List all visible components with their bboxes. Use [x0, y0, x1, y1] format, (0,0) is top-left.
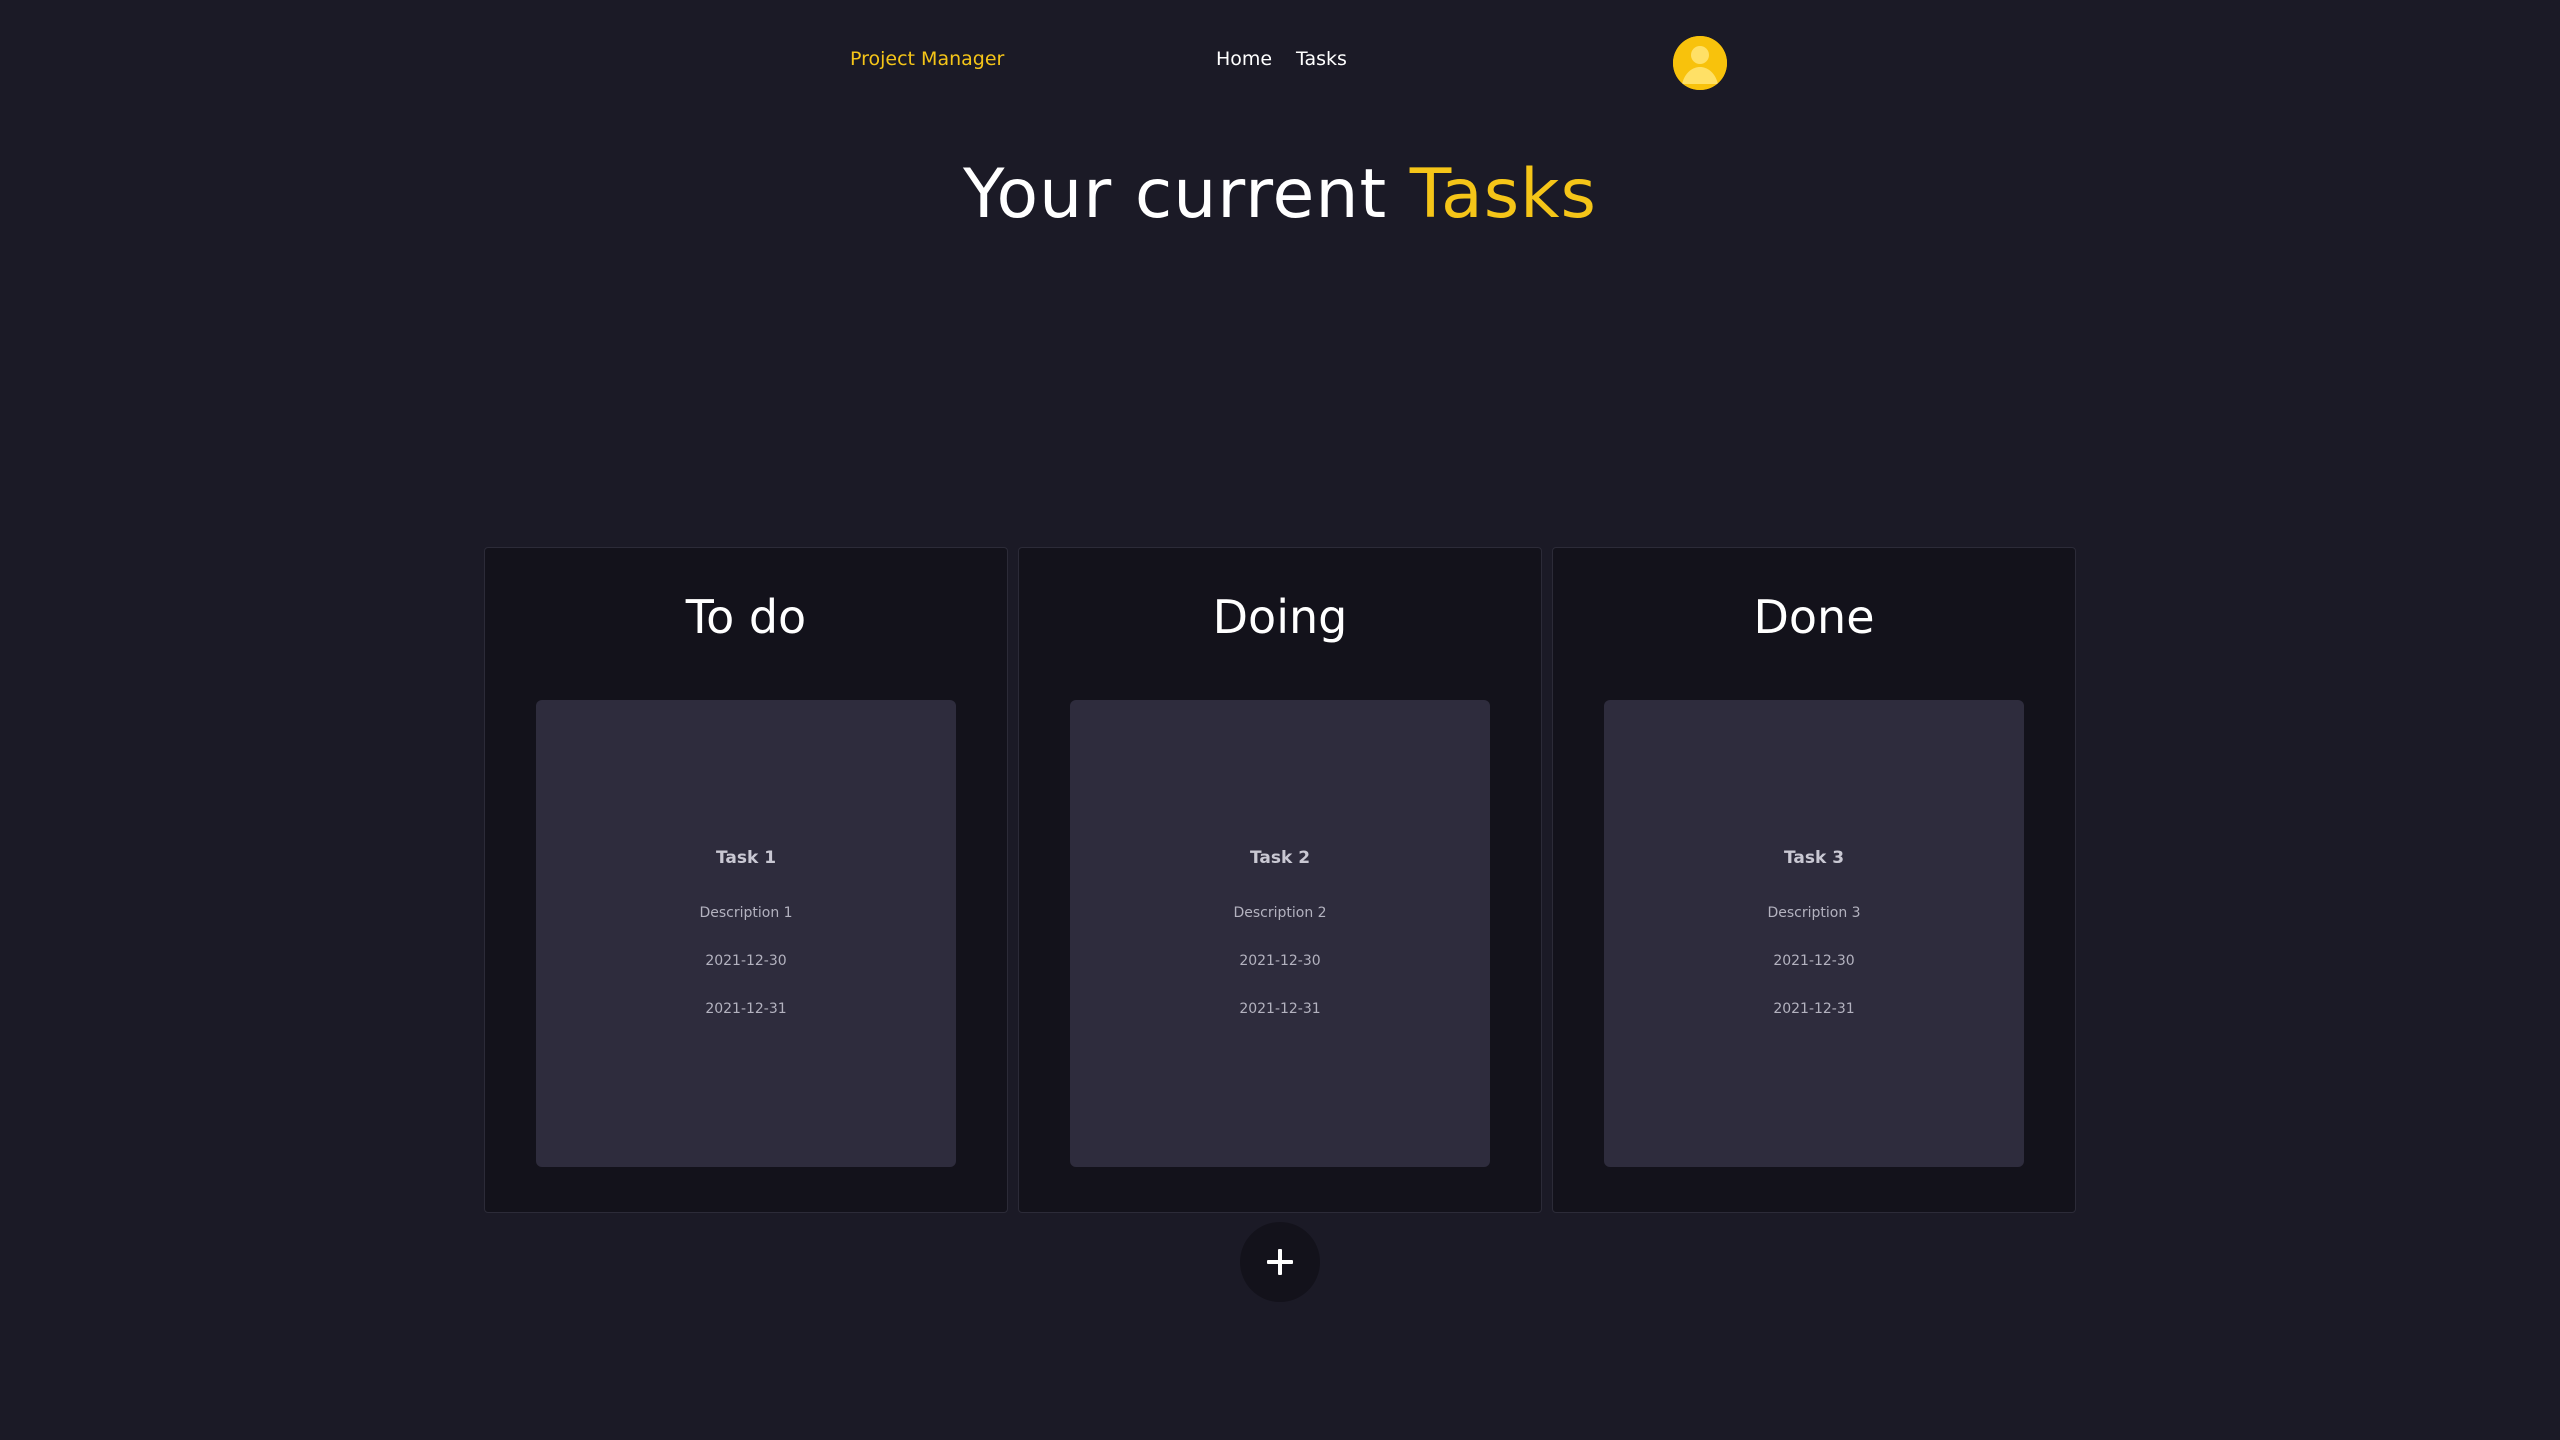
task-start-date: 2021-12-30: [705, 953, 787, 969]
navbar: Project Manager Home Tasks: [0, 0, 2560, 126]
task-description: Description 2: [1233, 905, 1327, 921]
column-todo[interactable]: To do Task 1 Description 1 2021-12-30 20…: [484, 547, 1008, 1213]
task-card[interactable]: Task 2 Description 2 2021-12-30 2021-12-…: [1070, 700, 1490, 1167]
nav-link-tasks[interactable]: Tasks: [1296, 48, 1347, 70]
add-task-button[interactable]: [1240, 1222, 1320, 1302]
column-title: Done: [1753, 590, 1875, 644]
page-title-highlight: Tasks: [1409, 155, 1597, 234]
task-board: To do Task 1 Description 1 2021-12-30 20…: [484, 547, 2076, 1213]
task-card[interactable]: Task 3 Description 3 2021-12-30 2021-12-…: [1604, 700, 2024, 1167]
column-doing[interactable]: Doing Task 2 Description 2 2021-12-30 20…: [1018, 547, 1542, 1213]
page-title: Your current Tasks: [0, 155, 2560, 234]
user-avatar-icon[interactable]: [1673, 36, 1727, 90]
column-done[interactable]: Done Task 3 Description 3 2021-12-30 202…: [1552, 547, 2076, 1213]
brand-logo-text[interactable]: Project Manager: [850, 48, 1004, 70]
nav-link-home[interactable]: Home: [1216, 48, 1272, 70]
column-title: Doing: [1212, 590, 1348, 644]
task-start-date: 2021-12-30: [1239, 953, 1321, 969]
task-end-date: 2021-12-31: [1239, 1001, 1321, 1017]
task-title: Task 1: [715, 848, 777, 868]
page-title-prefix: Your current: [963, 155, 1410, 234]
plus-icon: [1267, 1249, 1293, 1275]
column-title: To do: [685, 590, 807, 644]
task-title: Task 3: [1783, 848, 1845, 868]
task-end-date: 2021-12-31: [705, 1001, 787, 1017]
task-card[interactable]: Task 1 Description 1 2021-12-30 2021-12-…: [536, 700, 956, 1167]
task-end-date: 2021-12-31: [1773, 1001, 1855, 1017]
task-title: Task 2: [1249, 848, 1311, 868]
task-description: Description 3: [1767, 905, 1861, 921]
task-description: Description 1: [699, 905, 793, 921]
task-start-date: 2021-12-30: [1773, 953, 1855, 969]
